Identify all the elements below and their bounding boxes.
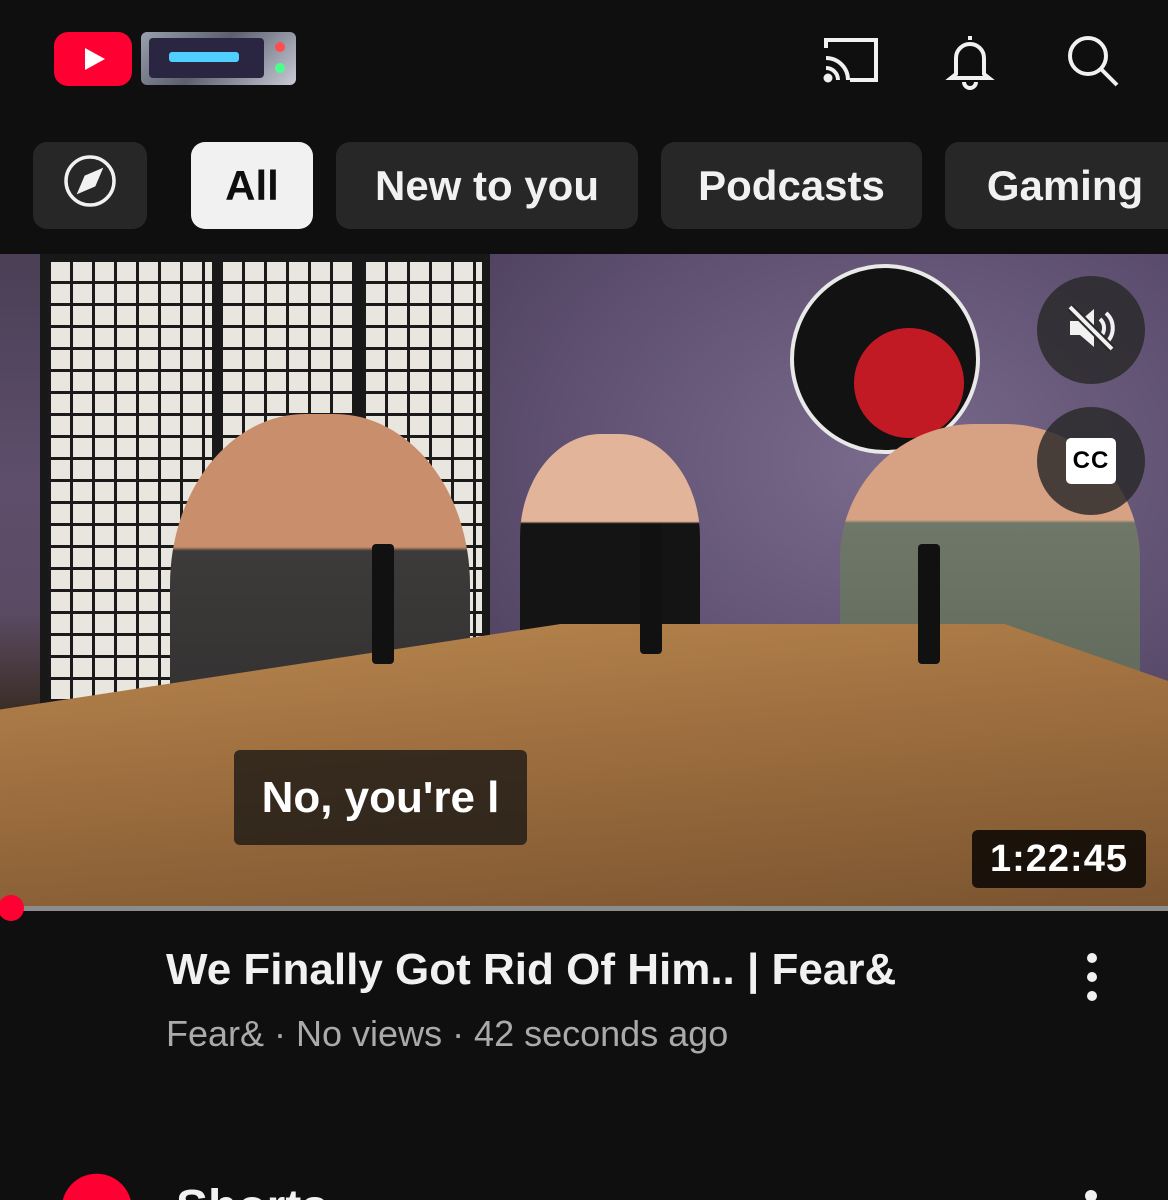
- video-title[interactable]: We Finally Got Rid Of Him.. | Fear&: [166, 945, 1026, 995]
- explore-chip[interactable]: [33, 142, 147, 229]
- progress-scrubber-handle[interactable]: [0, 891, 25, 925]
- chip-podcasts[interactable]: Podcasts: [661, 142, 922, 229]
- compass-icon: [62, 153, 118, 219]
- shorts-logo-icon: [51, 1168, 139, 1200]
- bell-icon[interactable]: [940, 30, 1000, 90]
- video-scene-mic: [640, 524, 662, 654]
- cc-label: CC: [1066, 438, 1116, 484]
- mute-toggle-button[interactable]: [1037, 276, 1145, 384]
- video-caption-text: No, you're l: [234, 750, 527, 845]
- video-progress-bar[interactable]: [0, 906, 1168, 911]
- video-duration-badge: 1:22:45: [972, 830, 1146, 888]
- video-scene-mic: [918, 544, 940, 664]
- video-player[interactable]: CC No, you're l 1:22:45: [0, 254, 1168, 909]
- captions-button[interactable]: CC: [1037, 407, 1145, 515]
- video-scene-mic: [372, 544, 394, 664]
- search-icon[interactable]: [1062, 30, 1122, 90]
- chip-all[interactable]: All: [191, 142, 313, 229]
- chip-gaming[interactable]: Gaming: [945, 142, 1168, 229]
- shorts-shelf-header: Shorts: [0, 1168, 1168, 1200]
- youtube-logo-icon[interactable]: [54, 32, 132, 86]
- yoodle-retro-tv-icon[interactable]: [141, 32, 296, 85]
- cast-icon[interactable]: [820, 30, 880, 90]
- shorts-more-options-icon[interactable]: [1085, 1190, 1097, 1200]
- shorts-title: Shorts: [176, 1180, 328, 1200]
- muted-speaker-icon: [1064, 301, 1118, 360]
- more-options-icon[interactable]: [1070, 950, 1114, 1004]
- filter-chip-bar: All New to you Podcasts Gaming: [0, 142, 1168, 229]
- chip-new-to-you[interactable]: New to you: [336, 142, 638, 229]
- video-meta: Fear& · No views · 42 seconds ago: [166, 1013, 729, 1054]
- top-app-bar: [0, 0, 1168, 125]
